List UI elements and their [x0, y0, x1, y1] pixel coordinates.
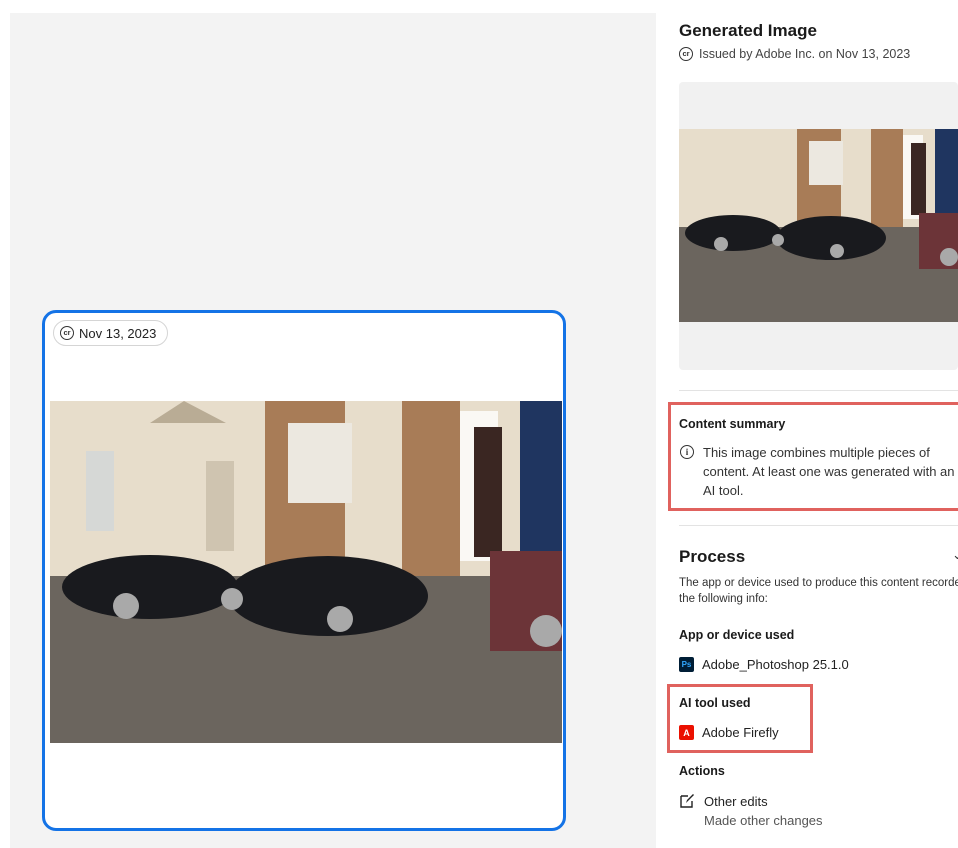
edit-icon	[680, 794, 694, 808]
image-viewer-pane: cr Nov 13, 2023	[0, 0, 656, 848]
process-title: Process	[679, 547, 746, 566]
firefly-icon: A	[679, 725, 694, 740]
action-name: Other edits	[704, 794, 768, 809]
section-divider	[679, 525, 958, 526]
badge-date: Nov 13, 2023	[79, 325, 157, 341]
process-description: The app or device used to produce this c…	[679, 577, 958, 605]
ai-tool-row: A Adobe Firefly	[679, 725, 779, 740]
ai-tool-label: AI tool used	[679, 696, 751, 710]
thumbnail-image	[679, 129, 958, 322]
actions-label: Actions	[679, 764, 725, 778]
info-icon: i	[680, 445, 694, 459]
credential-date-badge[interactable]: cr Nov 13, 2023	[53, 320, 169, 346]
panel-title: Generated Image	[679, 21, 817, 40]
main-image	[50, 401, 562, 743]
content-credentials-icon: cr	[679, 47, 693, 61]
ai-tool-highlight	[667, 684, 813, 753]
action-description: Made other changes	[704, 813, 823, 828]
selected-image-card[interactable]: cr Nov 13, 2023	[42, 310, 566, 831]
app-used-row: Ps Adobe_Photoshop 25.1.0	[679, 657, 849, 672]
app-or-device-label: App or device used	[679, 628, 795, 642]
section-divider	[679, 390, 958, 391]
ai-tool-name: Adobe Firefly	[702, 725, 779, 740]
content-summary-title: Content summary	[679, 417, 786, 431]
app-name: Adobe_Photoshop 25.1.0	[702, 657, 849, 672]
credentials-panel: Generated Image cr Issued by Adobe Inc. …	[656, 0, 958, 848]
issued-by: cr Issued by Adobe Inc. on Nov 13, 2023	[679, 47, 910, 61]
thumbnail-frame	[679, 82, 958, 370]
chevron-down-icon[interactable]: ⌄	[952, 547, 958, 563]
issued-text: Issued by Adobe Inc. on Nov 13, 2023	[699, 47, 911, 61]
content-credentials-icon: cr	[60, 326, 74, 340]
photoshop-icon: Ps	[679, 657, 694, 672]
content-summary-text: This image combines multiple pieces of c…	[703, 445, 955, 498]
